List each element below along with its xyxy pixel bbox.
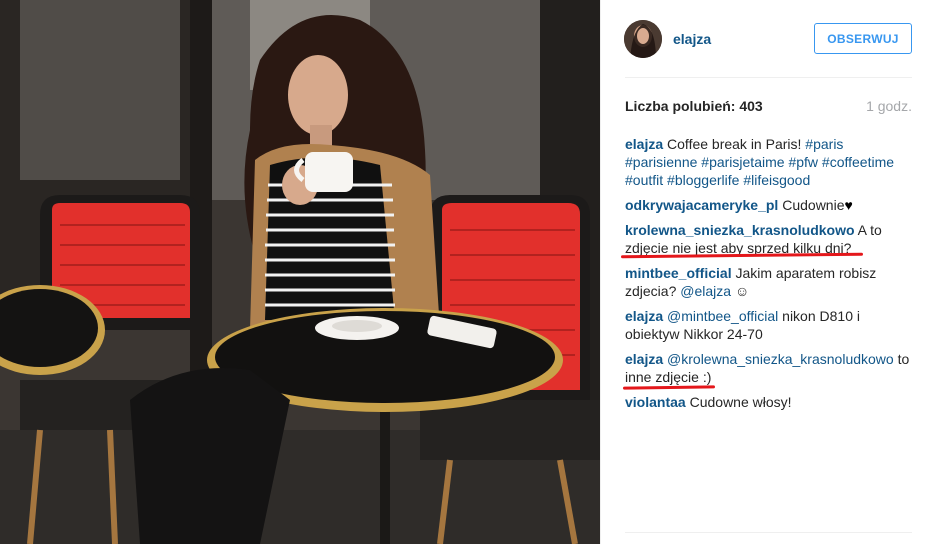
hashtag[interactable]: #parisjetaime xyxy=(701,154,784,170)
footer-divider xyxy=(625,532,912,533)
post-photo[interactable] xyxy=(0,0,600,544)
comment-item: elajza @krolewna_sniezka_krasnoludkowo t… xyxy=(625,350,915,386)
smiley-icon: ☺ xyxy=(734,283,750,299)
hashtag[interactable]: #bloggerlife xyxy=(667,172,739,188)
caption: elajza Coffee break in Paris! #paris #pa… xyxy=(625,135,915,189)
hashtag[interactable]: #pfw xyxy=(788,154,818,170)
mention-link[interactable]: @elajza xyxy=(680,283,731,299)
mention-link[interactable]: @krolewna_sniezka_krasnoludkowo xyxy=(667,351,894,367)
comment-item: violantaa Cudowne włosy! xyxy=(625,393,915,411)
header-divider xyxy=(625,77,912,78)
comment-username[interactable]: elajza xyxy=(625,351,663,367)
heart-icon: ♥ xyxy=(844,197,853,213)
cafe-photo-illustration xyxy=(0,0,600,544)
hashtag[interactable]: #paris xyxy=(805,136,843,152)
comment-username[interactable]: mintbee_official xyxy=(625,265,732,281)
comment-item: odkrywajacameryke_pl Cudownie♥ xyxy=(625,196,915,214)
likes-row: Liczba polubień: 403 1 godz. xyxy=(625,98,912,114)
follow-button[interactable]: OBSERWUJ xyxy=(814,23,912,54)
likes-count[interactable]: Liczba polubień: 403 xyxy=(625,98,763,114)
avatar[interactable] xyxy=(624,20,662,58)
hashtag[interactable]: #outfit xyxy=(625,172,663,188)
post-side-panel: elajza OBSERWUJ Liczba polubień: 403 1 g… xyxy=(600,0,943,544)
hashtag[interactable]: #coffeetime xyxy=(822,154,894,170)
avatar-image xyxy=(624,20,662,58)
comments-list: elajza Coffee break in Paris! #paris #pa… xyxy=(625,135,915,418)
post-header: elajza OBSERWUJ xyxy=(624,18,912,60)
post-time[interactable]: 1 godz. xyxy=(866,98,912,114)
mention-link[interactable]: @mintbee_official xyxy=(667,308,778,324)
comment-username[interactable]: odkrywajacameryke_pl xyxy=(625,197,778,213)
comment-text: Cudownie xyxy=(782,197,845,213)
comment-username[interactable]: krolewna_sniezka_krasnoludkowo xyxy=(625,222,855,238)
hashtag[interactable]: #parisienne xyxy=(625,154,697,170)
hashtag[interactable]: #lifeisgood xyxy=(743,172,810,188)
comment-username[interactable]: elajza xyxy=(625,308,663,324)
username-link[interactable]: elajza xyxy=(673,31,711,47)
comment-item: krolewna_sniezka_krasnoludkowo A to zdję… xyxy=(625,221,915,257)
comment-username[interactable]: violantaa xyxy=(625,394,686,410)
caption-username[interactable]: elajza xyxy=(625,136,663,152)
comment-item: mintbee_official Jakim aparatem robisz z… xyxy=(625,264,915,300)
caption-text: Coffee break in Paris! xyxy=(667,136,802,152)
comment-item: elajza @mintbee_official nikon D810 i ob… xyxy=(625,307,915,343)
comment-text: Cudowne włosy! xyxy=(689,394,792,410)
